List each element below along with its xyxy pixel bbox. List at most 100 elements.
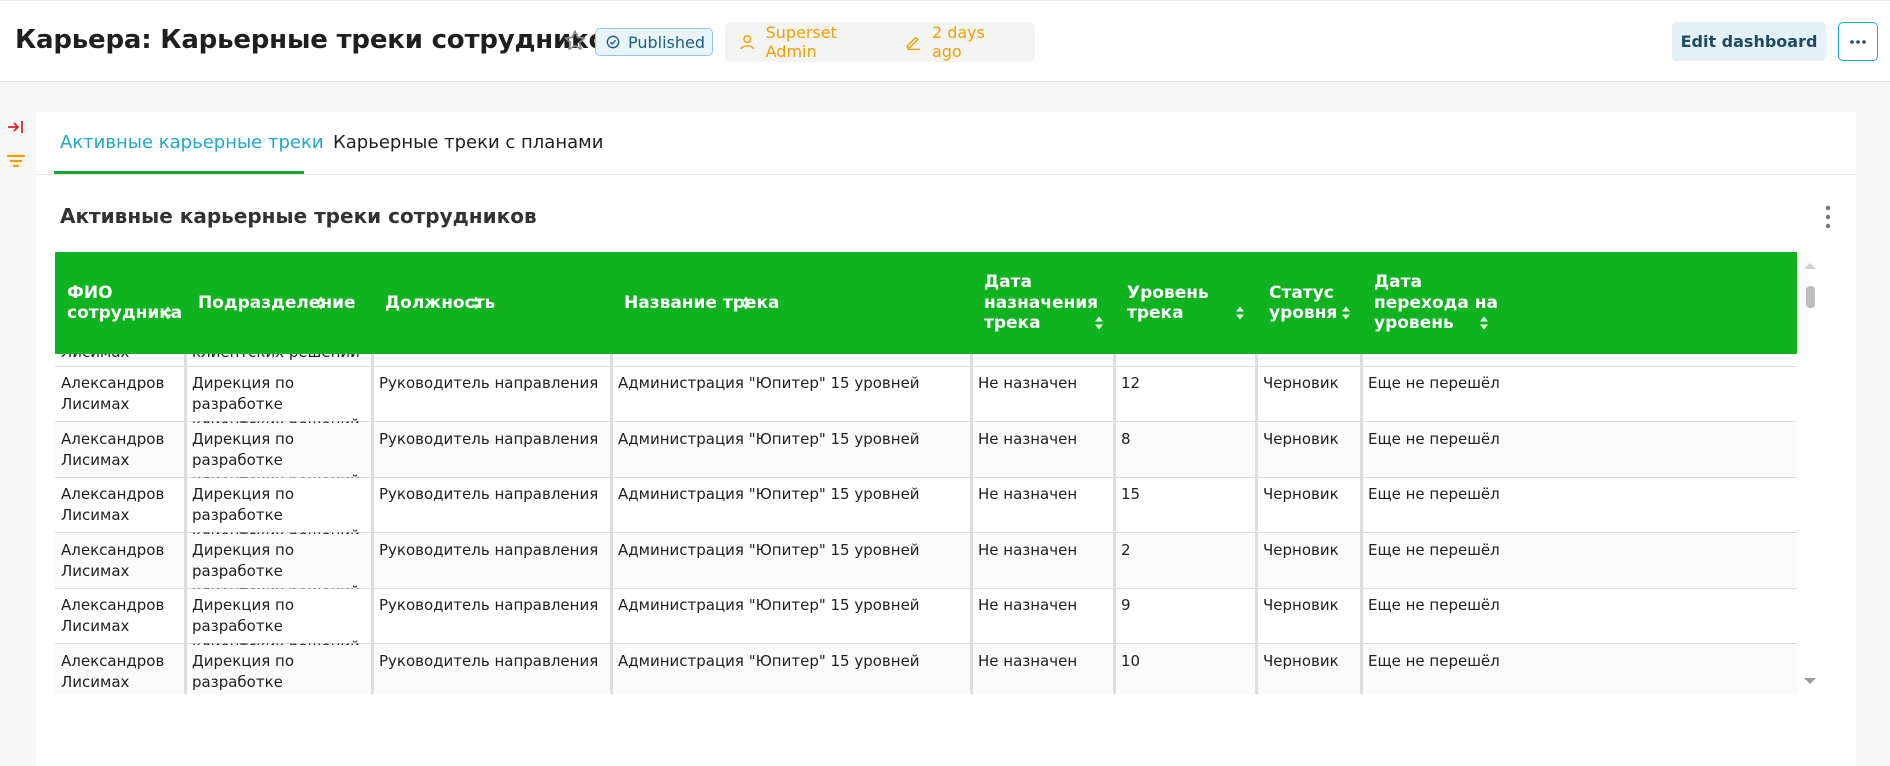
column-header-employee[interactable]: ФИО сотрудника: [55, 252, 186, 354]
table-cell-track-name: Администрация "Юпитер" 15 уровней: [618, 596, 920, 614]
sort-icon[interactable]: [1094, 315, 1104, 331]
table-cell-position: Руководитель направления: [379, 651, 599, 670]
table-row[interactable]: Александров Лисимах Дирекция по разработке…: [55, 589, 1797, 656]
table-scrollbar[interactable]: [1799, 252, 1821, 694]
cell-line: Лисимах: [61, 506, 130, 524]
column-divider[interactable]: [1360, 354, 1363, 694]
sort-icon[interactable]: [163, 305, 173, 321]
table-cell-transition-date: Еще не перешёл: [1368, 374, 1500, 392]
column-header-line: назначения: [984, 292, 1099, 313]
table-cell-assign-date: Не назначен: [978, 429, 1078, 448]
expand-filters-icon[interactable]: [6, 117, 26, 137]
filter-icon[interactable]: [6, 151, 26, 171]
cell-line: Александров: [61, 540, 165, 559]
table-cell-track-name: Администрация "Юпитер" 15 уровней: [618, 429, 920, 448]
column-header-line: Уровень: [1127, 282, 1209, 303]
table-cell-department: Дирекция по разработкеклиентских решений: [186, 645, 373, 695]
sort-icon[interactable]: [1479, 315, 1489, 331]
cell-line: Лисимах: [61, 561, 130, 580]
table-row[interactable]: Александров Лисимах Дирекция по разработке…: [55, 644, 1797, 695]
table-cell-track-name: Администрация "Юпитер" 15 уровней: [618, 540, 920, 559]
table-cell-track-level: 12: [1121, 374, 1141, 392]
table-cell-level-status: Черновик: [1263, 429, 1339, 448]
table-cell-position: Руководитель направления: [379, 429, 599, 448]
chart-title: Активные карьерные треки сотрудников: [60, 204, 537, 228]
cell-line: Александров: [61, 429, 165, 448]
table-cell-employee: Александров Лисимах: [55, 367, 186, 422]
table-cell-employee: Александров Лисимах: [55, 645, 186, 695]
column-header-label: Дата назначения трека: [984, 272, 1098, 334]
modified-time: 2 days ago: [931, 23, 985, 61]
column-header-track-name[interactable]: Название трека: [612, 252, 972, 354]
cell-line: Александров: [61, 596, 165, 614]
cell-line: Дирекция по разработке: [192, 596, 295, 635]
table-row[interactable]: Александров Лисимах Дирекция по разработке…: [55, 367, 1797, 434]
column-divider[interactable]: [371, 354, 374, 694]
table-cell-track-name: Администрация "Юпитер" 15 уровней: [618, 374, 920, 392]
table-row[interactable]: Александров Лисимах Дирекция по разработке…: [55, 422, 1797, 490]
cell-line: Дирекция по разработке: [192, 374, 295, 413]
cell-line: Александров: [61, 485, 165, 503]
dashboard-card: Активные карьерные треки Карьерные треки…: [36, 112, 1856, 766]
column-header-department[interactable]: Подразделение: [186, 252, 373, 354]
table-cell-transition-date: Еще не перешёл: [1368, 540, 1500, 559]
table-cell-assign-date: Не назначен: [978, 540, 1078, 559]
more-options-button[interactable]: [1838, 22, 1878, 61]
column-divider[interactable]: [610, 354, 613, 694]
column-header-level-status[interactable]: Статус уровня: [1257, 252, 1362, 354]
table-row[interactable]: Александров Лисимах Дирекция по разработке…: [55, 478, 1797, 545]
table-cell-level-status: Черновик: [1263, 485, 1339, 503]
column-header-position[interactable]: Должность: [373, 252, 612, 354]
data-table: ФИО сотрудника Подразделение Должность Назва…: [55, 252, 1797, 694]
status-badge[interactable]: Published: [595, 28, 713, 56]
column-header-track-level[interactable]: Уровень трека: [1115, 252, 1257, 354]
cell-line: Дирекция по разработке: [192, 485, 295, 524]
column-divider[interactable]: [1113, 354, 1116, 694]
tab-tracks-with-plans[interactable]: Карьерные треки с планами: [333, 132, 603, 153]
column-header-label: Название трека: [624, 293, 779, 314]
sort-icon[interactable]: [741, 295, 751, 311]
chart-menu-icon[interactable]: [1822, 204, 1834, 230]
column-header-assign-date[interactable]: Дата назначения трека: [972, 252, 1115, 354]
check-circle-icon: [606, 35, 620, 49]
table-cell-level-status: Черновик: [1263, 651, 1339, 670]
column-divider[interactable]: [1255, 354, 1258, 694]
modified-info: 2 days ago: [905, 23, 1013, 61]
table-cell-level-status: Черновик: [1263, 540, 1339, 559]
dashboard-title[interactable]: Карьера: Карьерные треки сотрудников: [15, 25, 623, 55]
table-cell-department: Дирекция по разработкеклиентских решений: [186, 534, 373, 601]
table-cell-track-level: 2: [1121, 540, 1131, 559]
table-cell-track-level: 10: [1121, 651, 1141, 670]
sort-icon[interactable]: [1235, 305, 1245, 321]
column-header-line: Дата: [1374, 272, 1422, 293]
table-cell-transition-date: Еще не перешёл: [1368, 429, 1500, 448]
active-tab-indicator: [54, 171, 304, 174]
column-divider[interactable]: [970, 354, 973, 694]
sort-icon[interactable]: [316, 295, 326, 311]
cell-line: клиентских решений: [192, 693, 373, 695]
cell-line: Дирекция по разработке: [192, 540, 295, 580]
star-icon[interactable]: [562, 28, 588, 54]
scroll-up-icon: [1804, 263, 1816, 269]
table-cell-employee: Александров Лисимах: [55, 534, 186, 589]
sort-icon[interactable]: [471, 295, 481, 311]
cell-line: Александров: [61, 651, 165, 670]
tab-bar: Активные карьерные треки Карьерные треки…: [36, 112, 1856, 175]
column-header-transition-date[interactable]: Дата перехода на уровень: [1362, 252, 1797, 354]
column-divider[interactable]: [184, 354, 187, 694]
cell-line: Александров: [61, 374, 165, 392]
status-badge-label: Published: [628, 32, 706, 52]
column-header-line: перехода на: [1374, 292, 1498, 313]
edit-dashboard-button[interactable]: Edit dashboard: [1672, 22, 1826, 61]
table-cell-employee: Александров Лисимах: [55, 589, 186, 644]
column-header-line: трека: [984, 313, 1041, 334]
table-cell-department: Дирекция по разработкеклиентских решений: [186, 423, 373, 490]
table-row[interactable]: Александров Лисимах Дирекция по разработке…: [55, 533, 1797, 601]
sort-icon[interactable]: [1341, 305, 1351, 321]
table-cell-track-level: 8: [1121, 429, 1131, 448]
table-cell-department: Дирекция по разработкеклиентских решений: [186, 367, 373, 434]
scroll-down-icon: [1804, 678, 1816, 684]
table-cell-assign-date: Не назначен: [978, 485, 1078, 503]
column-header-line: трека: [1127, 303, 1184, 323]
tab-active-tracks[interactable]: Активные карьерные треки: [60, 132, 324, 153]
